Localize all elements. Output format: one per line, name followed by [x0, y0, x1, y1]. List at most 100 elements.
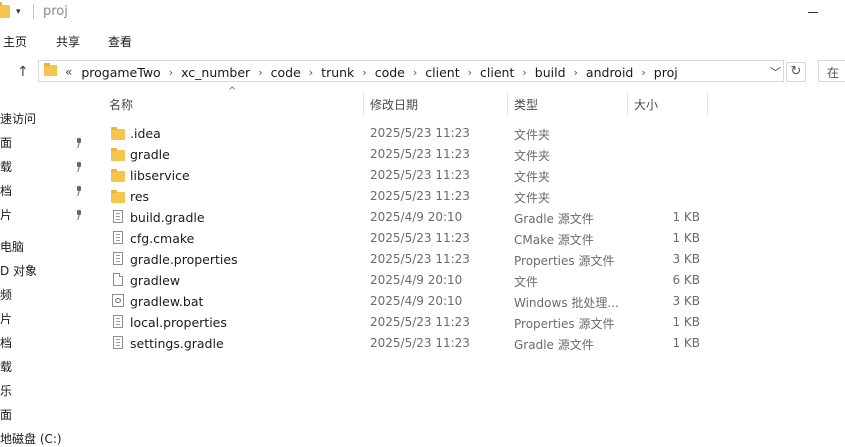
chevron-right-icon[interactable]: ›: [637, 66, 649, 79]
breadcrumb-item[interactable]: xc_number: [177, 65, 254, 80]
search-input[interactable]: 在: [818, 60, 845, 82]
file-type: Properties 源文件: [514, 317, 615, 331]
file-type: 文件夹: [514, 149, 551, 163]
file-date: 2025/4/9 20:10: [370, 273, 463, 287]
tab-share[interactable]: 共享: [56, 33, 80, 50]
window-title: proj: [43, 4, 68, 19]
breadcrumb-item[interactable]: build: [531, 65, 570, 80]
file-type: Windows 批处理...: [514, 296, 619, 310]
breadcrumb-item[interactable]: proj: [650, 65, 682, 80]
chevron-right-icon[interactable]: ›: [254, 66, 266, 79]
file-date: 2025/5/23 11:23: [370, 126, 470, 140]
file-name: gradlew.bat: [130, 294, 204, 309]
minimize-icon[interactable]: [808, 12, 818, 13]
sidebar-item-local-disk-c[interactable]: 地磁盘 (C:): [0, 430, 62, 447]
sidebar-item-videos[interactable]: 频: [0, 286, 12, 303]
breadcrumb-item[interactable]: android: [582, 65, 637, 80]
overflow-chevron-icon[interactable]: «: [63, 65, 77, 79]
file-row[interactable]: cfg.cmake 2025/5/23 11:23 CMake 源文件 1 KB: [108, 228, 708, 249]
file-size: 1 KB: [672, 210, 700, 224]
sidebar-item-desktop-pc[interactable]: 面: [0, 406, 12, 423]
file-name: .idea: [130, 126, 161, 141]
breadcrumb-item[interactable]: progameTwo: [77, 65, 164, 80]
pin-icon: [75, 162, 83, 172]
file-name: build.gradle: [130, 210, 205, 225]
breadcrumb-item[interactable]: code: [371, 65, 409, 80]
pin-icon: [75, 138, 83, 148]
file-row[interactable]: gradle.properties 2025/5/23 11:23 Proper…: [108, 249, 708, 270]
file-row[interactable]: local.properties 2025/5/23 11:23 Propert…: [108, 312, 708, 333]
file-date: 2025/5/23 11:23: [370, 168, 470, 182]
column-divider[interactable]: [707, 92, 708, 116]
file-type: 文件: [514, 275, 539, 289]
file-name: gradlew: [130, 273, 181, 288]
sidebar-item-downloads-pc[interactable]: 载: [0, 358, 12, 375]
column-header-name[interactable]: 名称: [109, 96, 133, 113]
sidebar-item-desktop[interactable]: 面: [0, 134, 12, 151]
breadcrumb-item[interactable]: client: [421, 65, 463, 80]
tab-view[interactable]: 查看: [108, 33, 132, 50]
file-name: cfg.cmake: [130, 231, 195, 246]
sidebar-item-quick-access[interactable]: 速访问: [0, 110, 36, 127]
chevron-right-icon[interactable]: ›: [305, 66, 317, 79]
column-header-type[interactable]: 类型: [514, 96, 538, 113]
quick-access-dropdown-icon[interactable]: ▾: [16, 7, 21, 17]
file-row[interactable]: build.gradle 2025/4/9 20:10 Gradle 源文件 1…: [108, 207, 708, 228]
chevron-down-icon[interactable]: ﹀: [770, 64, 781, 80]
breadcrumb-item[interactable]: trunk: [317, 65, 358, 80]
column-header-size[interactable]: 大小: [634, 96, 658, 113]
tab-home[interactable]: 主页: [3, 33, 27, 50]
file-row[interactable]: res 2025/5/23 11:23 文件夹: [108, 186, 708, 207]
chevron-right-icon[interactable]: ›: [409, 66, 421, 79]
file-date: 2025/4/9 20:10: [370, 210, 463, 224]
up-arrow-icon[interactable]: ↑: [17, 64, 29, 80]
file-date: 2025/5/23 11:23: [370, 315, 470, 329]
chevron-right-icon[interactable]: ›: [518, 66, 530, 79]
text-file-icon: [113, 210, 123, 223]
column-divider[interactable]: [627, 92, 628, 116]
chevron-right-icon[interactable]: ›: [165, 66, 177, 79]
title-divider: [33, 4, 34, 19]
column-divider[interactable]: [363, 92, 364, 116]
column-divider[interactable]: [507, 92, 508, 116]
file-row[interactable]: libservice 2025/5/23 11:23 文件夹: [108, 165, 708, 186]
file-row[interactable]: gradlew 2025/4/9 20:10 文件 6 KB: [108, 270, 708, 291]
file-size: 1 KB: [672, 336, 700, 350]
address-bar[interactable]: « progameTwo › xc_number › code › trunk …: [38, 60, 784, 82]
sidebar-item-3d-objects[interactable]: D 对象: [0, 262, 37, 279]
file-size: 1 KB: [672, 231, 700, 245]
file-row[interactable]: gradlew.bat 2025/4/9 20:10 Windows 批处理..…: [108, 291, 708, 312]
file-name: gradle: [130, 147, 170, 162]
sidebar-item-this-pc[interactable]: 电脑: [0, 238, 24, 255]
text-file-icon: [113, 336, 123, 349]
breadcrumb-item[interactable]: client: [476, 65, 518, 80]
blank-file-icon: [113, 273, 123, 286]
chevron-right-icon[interactable]: ›: [358, 66, 370, 79]
file-row[interactable]: .idea 2025/5/23 11:23 文件夹: [108, 123, 708, 144]
file-name: local.properties: [130, 315, 227, 330]
sort-ascending-icon: ^: [228, 86, 237, 97]
chevron-right-icon[interactable]: ›: [464, 66, 476, 79]
file-name: settings.gradle: [130, 336, 224, 351]
file-type: 文件夹: [514, 170, 551, 184]
refresh-icon[interactable]: ↻: [786, 62, 806, 82]
text-file-icon: [113, 231, 123, 244]
pin-icon: [75, 186, 83, 196]
sidebar-item-pictures[interactable]: 片: [0, 206, 12, 223]
sidebar-item-documents-pc[interactable]: 档: [0, 334, 12, 351]
sidebar-item-pictures-pc[interactable]: 片: [0, 310, 12, 327]
file-row[interactable]: settings.gradle 2025/5/23 11:23 Gradle 源…: [108, 333, 708, 354]
column-header-date[interactable]: 修改日期: [370, 96, 418, 113]
sidebar-item-downloads[interactable]: 载: [0, 158, 12, 175]
file-row[interactable]: gradle 2025/5/23 11:23 文件夹: [108, 144, 708, 165]
sidebar-item-music[interactable]: 乐: [0, 382, 12, 399]
chevron-right-icon[interactable]: ›: [570, 66, 582, 79]
text-file-icon: [113, 315, 123, 328]
sidebar-item-documents[interactable]: 档: [0, 182, 12, 199]
breadcrumb-item[interactable]: code: [267, 65, 305, 80]
file-size: 3 KB: [672, 252, 700, 266]
breadcrumb: « progameTwo › xc_number › code › trunk …: [63, 63, 682, 81]
file-date: 2025/5/23 11:23: [370, 189, 470, 203]
file-date: 2025/4/9 20:10: [370, 294, 463, 308]
file-date: 2025/5/23 11:23: [370, 336, 470, 350]
